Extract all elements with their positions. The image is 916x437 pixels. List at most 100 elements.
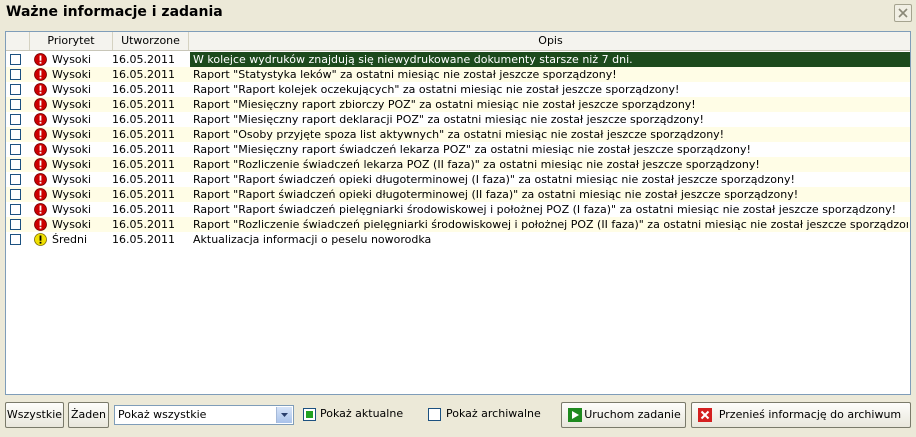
row-description: Raport "Raport świadczeń pielęgniarki śr… xyxy=(193,203,897,216)
row-created-date: 16.05.2011 xyxy=(112,158,175,171)
error-icon xyxy=(34,173,47,186)
row-priority: Wysoki xyxy=(52,203,92,216)
row-priority: Wysoki xyxy=(52,98,92,111)
row-created-date: 16.05.2011 xyxy=(112,52,190,67)
show-archived-checkbox[interactable] xyxy=(428,408,441,421)
window-title: Ważne informacje i zadania xyxy=(6,4,223,20)
header-description[interactable]: Opis xyxy=(189,32,910,50)
row-created-date: 16.05.2011 xyxy=(112,233,175,246)
archive-button[interactable]: Przenieś informację do archiwum xyxy=(691,402,911,428)
error-icon xyxy=(34,83,47,96)
error-icon xyxy=(34,68,47,81)
chevron-down-icon[interactable] xyxy=(276,407,292,423)
row-checkbox[interactable] xyxy=(10,54,21,65)
table-row[interactable]: Wysoki 16.05.2011 Raport "Miesięczny rapor… xyxy=(6,97,910,112)
table-row[interactable]: Wysoki 16.05.2011 Raport "Raport świadczeń… xyxy=(6,172,910,187)
select-all-button[interactable]: Wszystkie xyxy=(5,402,64,428)
archive-label: Przenieś informację do archiwum xyxy=(718,408,902,421)
row-priority: Wysoki xyxy=(52,173,92,186)
row-checkbox[interactable] xyxy=(10,234,21,245)
row-description: Raport "Statystyka leków" za ostatni mie… xyxy=(193,68,617,81)
error-icon xyxy=(34,218,47,231)
error-icon xyxy=(34,203,47,216)
error-icon xyxy=(34,188,47,201)
row-checkbox[interactable] xyxy=(10,189,21,200)
show-archived-label: Pokaż archiwalne xyxy=(446,407,541,420)
close-button[interactable] xyxy=(894,4,912,22)
row-description: Raport "Raport świadczeń opieki długoter… xyxy=(193,188,799,201)
row-description: Raport "Osoby przyjęte spoza list aktywn… xyxy=(193,128,725,141)
row-priority: Wysoki xyxy=(52,188,92,201)
error-icon xyxy=(34,158,47,171)
error-icon xyxy=(34,113,47,126)
error-icon xyxy=(34,53,47,66)
row-checkbox[interactable] xyxy=(10,174,21,185)
row-priority: Wysoki xyxy=(52,83,92,96)
delete-icon xyxy=(698,408,712,422)
filter-select-value: Pokaż wszystkie xyxy=(118,408,207,421)
row-description: Aktualizacja informacji o peselu noworod… xyxy=(193,233,432,246)
row-created-date: 16.05.2011 xyxy=(112,68,175,81)
row-created-date: 16.05.2011 xyxy=(112,203,175,216)
row-description: Raport "Raport świadczeń opieki długoter… xyxy=(193,173,795,186)
row-checkbox[interactable] xyxy=(10,204,21,215)
row-created-date: 16.05.2011 xyxy=(112,113,175,126)
row-description: W kolejce wydruków znajdują się niewydru… xyxy=(193,53,633,66)
table-row[interactable]: Wysoki 16.05.2011 Raport "Raport świadczeń… xyxy=(6,187,910,202)
row-checkbox[interactable] xyxy=(10,84,21,95)
table-row[interactable]: Wysoki 16.05.2011 Raport "Miesięczny rapor… xyxy=(6,112,910,127)
select-none-button[interactable]: Żaden xyxy=(68,402,109,428)
row-description: Raport "Miesięczny raport świadczeń leka… xyxy=(193,143,751,156)
row-description: Raport "Rozliczenie świadczeń pielęgniar… xyxy=(193,218,908,231)
table-row[interactable]: Wysoki 16.05.2011 Raport "Raport kolejek o… xyxy=(6,82,910,97)
row-checkbox[interactable] xyxy=(10,144,21,155)
table-row[interactable]: Wysoki 16.05.2011 Raport "Miesięczny rapor… xyxy=(6,142,910,157)
grid-header: Priorytet Utworzone Opis xyxy=(6,32,910,51)
row-priority: Średni xyxy=(52,233,88,246)
run-task-button[interactable]: Uruchom zadanie xyxy=(561,402,686,428)
table-row[interactable]: Średni 16.05.2011 Aktualizacja informacji … xyxy=(6,232,910,247)
row-checkbox[interactable] xyxy=(10,159,21,170)
row-description: Raport "Raport kolejek oczekujących" za … xyxy=(193,83,680,96)
header-check-col xyxy=(6,32,30,50)
row-priority: Wysoki xyxy=(52,143,92,156)
row-checkbox[interactable] xyxy=(10,129,21,140)
row-created-date: 16.05.2011 xyxy=(112,218,175,231)
row-priority: Wysoki xyxy=(52,158,92,171)
filter-select[interactable]: Pokaż wszystkie xyxy=(114,405,294,425)
row-priority: Wysoki xyxy=(52,218,92,231)
table-row[interactable]: Wysoki 16.05.2011 Raport "Rozliczenie świa… xyxy=(6,157,910,172)
row-priority: Wysoki xyxy=(52,68,92,81)
row-checkbox[interactable] xyxy=(10,219,21,230)
table-row[interactable]: Wysoki 16.05.2011 Raport "Rozliczenie świa… xyxy=(6,217,910,232)
row-created-date: 16.05.2011 xyxy=(112,98,175,111)
error-icon xyxy=(34,128,47,141)
error-icon xyxy=(34,98,47,111)
warning-icon xyxy=(34,233,47,246)
header-priority[interactable]: Priorytet xyxy=(30,32,113,50)
row-created-date: 16.05.2011 xyxy=(112,83,175,96)
row-created-date: 16.05.2011 xyxy=(112,173,175,186)
header-created[interactable]: Utworzone xyxy=(113,32,189,50)
table-row[interactable]: Wysoki 16.05.2011 W kolejce wydruków znajd… xyxy=(6,52,910,67)
show-current-label: Pokaż aktualne xyxy=(320,407,404,420)
table-row[interactable]: Wysoki 16.05.2011 Raport "Osoby przyjęte s… xyxy=(6,127,910,142)
table-row[interactable]: Wysoki 16.05.2011 Raport "Statystyka leków… xyxy=(6,67,910,82)
title-bar: Ważne informacje i zadania xyxy=(0,0,916,26)
row-description: Raport "Miesięczny raport deklaracji POZ… xyxy=(193,113,704,126)
row-priority: Wysoki xyxy=(52,113,92,126)
row-priority: Wysoki xyxy=(52,52,112,67)
error-icon xyxy=(34,143,47,156)
table-row[interactable]: Wysoki 16.05.2011 Raport "Raport świadczeń… xyxy=(6,202,910,217)
run-task-label: Uruchom zadanie xyxy=(584,408,681,421)
row-description: Raport "Rozliczenie świadczeń lekarza PO… xyxy=(193,158,760,171)
row-checkbox[interactable] xyxy=(10,114,21,125)
show-current-checkbox[interactable] xyxy=(303,408,316,421)
row-checkbox[interactable] xyxy=(10,99,21,110)
tasks-grid[interactable]: Priorytet Utworzone Opis Wysoki 16.05.201… xyxy=(5,31,911,395)
row-created-date: 16.05.2011 xyxy=(112,143,175,156)
row-description: Raport "Miesięczny raport zbiorczy POZ" … xyxy=(193,98,696,111)
bottom-toolbar: Wszystkie Żaden Pokaż wszystkie Pokaż ak… xyxy=(0,400,916,437)
row-checkbox[interactable] xyxy=(10,69,21,80)
row-created-date: 16.05.2011 xyxy=(112,128,175,141)
